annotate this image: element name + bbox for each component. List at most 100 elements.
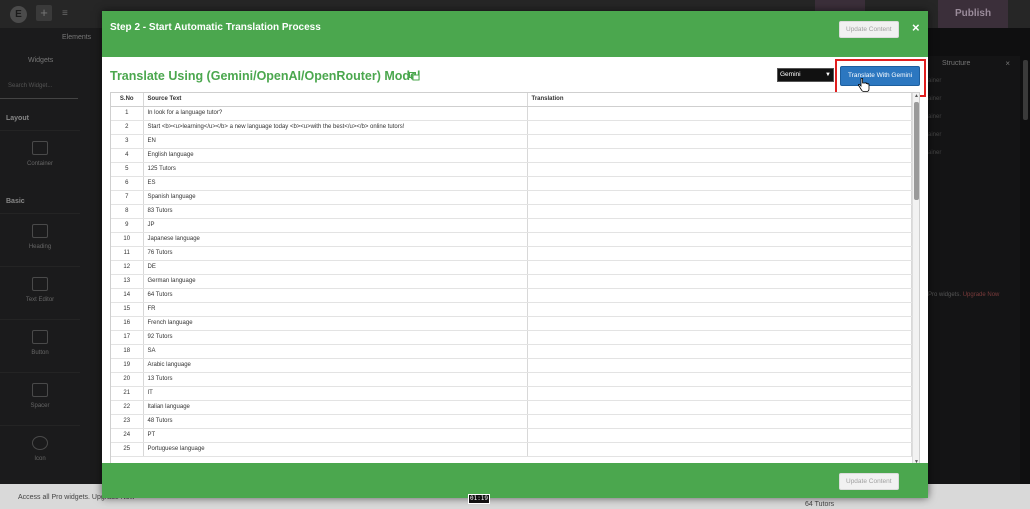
translation-cell[interactable] xyxy=(527,316,912,331)
source-text-cell: 13 Tutors xyxy=(143,372,528,387)
spacer-icon xyxy=(32,383,48,397)
translation-cell[interactable] xyxy=(527,190,912,205)
source-text-cell: SA xyxy=(143,344,528,359)
update-content-button-top[interactable]: Update Content xyxy=(839,21,899,38)
translation-cell[interactable] xyxy=(527,246,912,261)
structure-item[interactable]: ainer xyxy=(928,96,941,102)
close-icon[interactable]: × xyxy=(1005,59,1010,68)
model-select-value: Gemini xyxy=(780,71,801,78)
structure-item[interactable]: ainer xyxy=(928,114,941,120)
translation-cell[interactable] xyxy=(527,106,912,121)
structure-item[interactable]: ainer xyxy=(928,78,941,84)
translation-cell[interactable] xyxy=(527,134,912,149)
widget-card-container[interactable]: Container xyxy=(0,130,80,182)
add-element-icon[interactable]: + xyxy=(36,5,52,21)
table-row: 2 Start <b><u>learning</u></b> a new lang… xyxy=(111,120,912,135)
row-sno-cell: 22 xyxy=(111,400,144,415)
scroll-up-icon[interactable]: ▲ xyxy=(914,93,919,99)
modal-title: Step 2 - Start Automatic Translation Pro… xyxy=(110,22,321,33)
header-sno: S.No xyxy=(111,93,144,107)
widget-card-spacer[interactable]: Spacer xyxy=(0,372,80,424)
scrollbar-thumb[interactable] xyxy=(914,102,919,200)
row-sno-cell: 7 xyxy=(111,190,144,205)
translation-cell[interactable] xyxy=(527,218,912,233)
translation-cell[interactable] xyxy=(527,372,912,387)
modal-footer: Update Content xyxy=(102,463,928,498)
row-sno-cell: 23 xyxy=(111,414,144,429)
close-icon[interactable]: × xyxy=(912,21,920,35)
translate-model-heading: Translate Using (Gemini/OpenAI/OpenRoute… xyxy=(110,69,421,83)
translation-cell[interactable] xyxy=(527,344,912,359)
translation-cell[interactable] xyxy=(527,302,912,317)
translate-with-gemini-button[interactable]: Translate With Gemini xyxy=(840,66,920,86)
translation-cell[interactable] xyxy=(527,400,912,415)
translation-cell[interactable] xyxy=(527,358,912,373)
model-select[interactable]: Gemini ▼ xyxy=(777,68,834,82)
source-text-cell: DE xyxy=(143,260,528,275)
row-sno-cell: 9 xyxy=(111,218,144,233)
translation-cell[interactable] xyxy=(527,414,912,429)
translation-cell[interactable] xyxy=(527,428,912,443)
translation-cell[interactable] xyxy=(527,260,912,275)
translation-cell[interactable] xyxy=(527,204,912,219)
update-content-button-bottom[interactable]: Update Content xyxy=(839,473,899,490)
source-text-cell: Portuguese language xyxy=(143,442,528,457)
tab-elements[interactable]: Elements xyxy=(62,34,91,41)
menu-icon[interactable]: ≡ xyxy=(62,8,68,19)
translation-cell[interactable] xyxy=(527,232,912,247)
table-scrollbar[interactable]: ▲ ▼ xyxy=(912,93,919,465)
row-sno-cell: 14 xyxy=(111,288,144,303)
translation-cell[interactable] xyxy=(527,330,912,345)
upgrade-link[interactable]: Upgrade Now xyxy=(963,292,1000,298)
row-sno-cell: 19 xyxy=(111,358,144,373)
translation-modal: Step 2 - Start Automatic Translation Pro… xyxy=(102,11,928,498)
row-sno-cell: 16 xyxy=(111,316,144,331)
structure-item[interactable]: ainer xyxy=(928,150,941,156)
widget-card-icon[interactable]: Icon xyxy=(0,425,80,477)
translation-cell[interactable] xyxy=(527,288,912,303)
source-text-cell: FR xyxy=(143,302,528,317)
source-text-cell: Start <b><u>learning</u></b> a new langu… xyxy=(143,120,528,135)
translation-cell[interactable] xyxy=(527,386,912,401)
container-icon xyxy=(32,141,48,155)
widget-card-button[interactable]: Button xyxy=(0,319,80,371)
table-row: 16 French language xyxy=(111,316,912,331)
section-basic[interactable]: Basic xyxy=(6,198,25,205)
widget-search-input[interactable]: Search Widget... xyxy=(8,83,52,89)
widget-card-text-editor[interactable]: Text Editor xyxy=(0,266,80,318)
translation-cell[interactable] xyxy=(527,176,912,191)
table-row: 25 Portuguese language xyxy=(111,442,912,457)
table-row: 18 SA xyxy=(111,344,912,359)
table-row: 7 Spanish language xyxy=(111,190,912,205)
translation-cell[interactable] xyxy=(527,120,912,135)
source-text-cell: ES xyxy=(143,176,528,191)
row-sno-cell: 12 xyxy=(111,260,144,275)
copy-icon[interactable] xyxy=(409,72,420,81)
chevron-down-icon: ▼ xyxy=(825,72,831,78)
table-row: 22 Italian language xyxy=(111,400,912,415)
pro-text: Pro widgets. xyxy=(928,292,962,298)
elementor-logo-icon[interactable]: E xyxy=(10,6,27,23)
section-layout[interactable]: Layout xyxy=(6,115,29,122)
table-row: 21 IT xyxy=(111,386,912,401)
row-sno-cell: 25 xyxy=(111,442,144,457)
translation-table: S.No Source Text Translation 1 In look fo… xyxy=(111,93,912,457)
translation-cell[interactable] xyxy=(527,148,912,163)
page-scrollbar[interactable] xyxy=(1023,60,1028,120)
source-text-cell: 76 Tutors xyxy=(143,246,528,261)
translation-cell[interactable] xyxy=(527,274,912,289)
publish-button[interactable]: Publish xyxy=(938,0,1008,28)
row-sno-cell: 15 xyxy=(111,302,144,317)
widget-label: Spacer xyxy=(30,403,50,409)
translation-table-container: S.No Source Text Translation 1 In look fo… xyxy=(110,92,920,466)
row-sno-cell: 20 xyxy=(111,372,144,387)
translation-cell[interactable] xyxy=(527,162,912,177)
source-text-cell: English language xyxy=(143,148,528,163)
row-sno-cell: 8 xyxy=(111,204,144,219)
structure-item[interactable]: ainer xyxy=(928,132,941,138)
widget-card-heading[interactable]: Heading xyxy=(0,213,80,265)
translation-cell[interactable] xyxy=(527,442,912,457)
row-sno-cell: 10 xyxy=(111,232,144,247)
source-text-cell: Italian language xyxy=(143,400,528,415)
tab-widgets[interactable]: Widgets xyxy=(28,57,53,64)
